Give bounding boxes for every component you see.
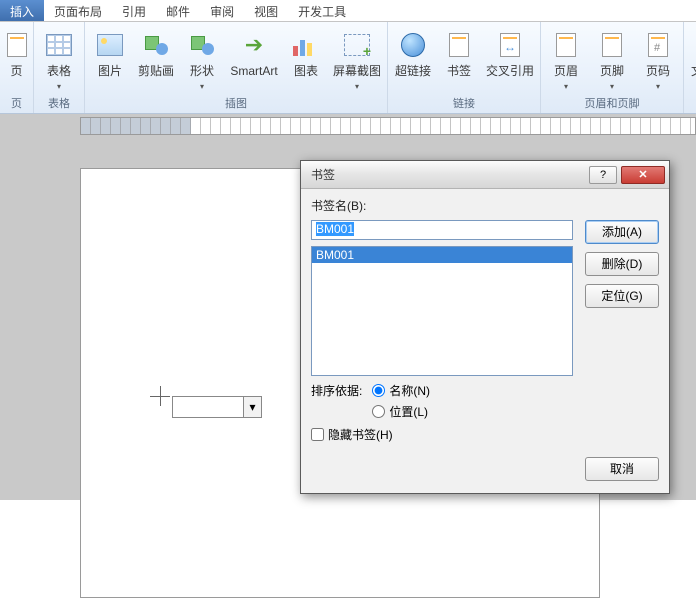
delete-button[interactable]: 删除(D) [585, 252, 659, 276]
group-illustrations-label: 插图 [225, 97, 247, 113]
header-label: 页眉 [554, 65, 578, 78]
bookmark-label: 书签 [447, 65, 471, 78]
sort-location-radio[interactable]: 位置(L) [372, 403, 430, 420]
close-button[interactable]: ✕ [621, 166, 665, 184]
sort-name-radio[interactable]: 名称(N) [372, 382, 430, 399]
pages-label: 页 [10, 65, 22, 78]
pagenumber-label: 页码 [646, 65, 670, 78]
chart-icon [290, 29, 322, 61]
crossref-label: 交叉引用 [486, 65, 534, 78]
tab-page-layout[interactable]: 页面布局 [44, 0, 112, 21]
chart-label: 图表 [294, 65, 318, 78]
add-button[interactable]: 添加(A) [585, 220, 659, 244]
sort-by-label: 排序依据: [311, 382, 362, 399]
screenshot-icon [341, 29, 373, 61]
chevron-down-icon: ▾ [656, 82, 660, 91]
tab-insert[interactable]: 插入 [0, 0, 44, 21]
chevron-down-icon: ▾ [200, 82, 204, 91]
clipart-icon [140, 29, 172, 61]
chevron-down-icon: ▾ [564, 82, 568, 91]
list-item[interactable]: BM001 [312, 247, 572, 263]
pagenumber-button[interactable]: 页码 ▾ [635, 24, 681, 92]
crossref-button[interactable]: 交叉引用 [482, 24, 538, 79]
hidden-bookmarks-checkbox[interactable]: 隐藏书签(H) [311, 426, 659, 443]
picture-label: 图片 [98, 65, 122, 78]
bookmark-listbox[interactable]: BM001 [311, 246, 573, 376]
group-links: 超链接 书签 交叉引用 链接 [388, 22, 541, 113]
group-pages-label: 页 [11, 97, 22, 113]
group-headerfooter-label: 页眉和页脚 [585, 97, 640, 113]
screenshot-button[interactable]: 屏幕截图 ▾ [329, 24, 385, 92]
cancel-button[interactable]: 取消 [585, 457, 659, 481]
picture-icon [94, 29, 126, 61]
group-tables: 表格 ▾ 表格 [34, 22, 85, 113]
goto-button[interactable]: 定位(G) [585, 284, 659, 308]
footer-label: 页脚 [600, 65, 624, 78]
chevron-down-icon: ▾ [610, 82, 614, 91]
header-icon [550, 29, 582, 61]
header-button[interactable]: 页眉 ▾ [543, 24, 589, 92]
shapes-label: 形状 [190, 65, 214, 78]
tab-developer[interactable]: 开发工具 [288, 0, 356, 21]
help-button[interactable]: ? [589, 166, 617, 184]
page-icon [1, 29, 33, 61]
ruler-area [0, 114, 696, 138]
group-links-label: 链接 [453, 97, 475, 113]
tab-view[interactable]: 视图 [244, 0, 288, 21]
shapes-icon [186, 29, 218, 61]
hyperlink-button[interactable]: 超链接 [390, 24, 436, 79]
hyperlink-label: 超链接 [395, 65, 431, 78]
group-pages: 页 页 [0, 22, 34, 113]
dialog-titlebar[interactable]: 书签 ? ✕ [301, 161, 669, 189]
smartart-icon: ➔ [238, 29, 270, 61]
bookmark-button[interactable]: 书签 [436, 24, 482, 79]
screenshot-label: 屏幕截图 [333, 65, 381, 78]
chevron-down-icon: ▾ [57, 82, 61, 91]
ribbon-tabs: 插入 页面布局 引用 邮件 审阅 视图 开发工具 [0, 0, 696, 22]
smartart-label: SmartArt [230, 65, 277, 78]
chevron-down-icon[interactable]: ▾ [243, 397, 261, 417]
table-button[interactable]: 表格 ▾ [36, 24, 82, 92]
table-icon [43, 29, 75, 61]
bookmark-name-input[interactable]: BM001 [311, 220, 573, 240]
group-illustrations: 图片 剪贴画 形状 ▾ ➔ SmartArt 图表 屏幕截图 [85, 22, 388, 113]
group-headerfooter: 页眉 ▾ 页脚 ▾ 页码 ▾ 页眉和页脚 [541, 22, 684, 113]
footer-icon [596, 29, 628, 61]
textbox-button[interactable]: A 文本框 ▾ [686, 24, 696, 92]
pages-button[interactable]: 页 [2, 24, 32, 79]
inline-combobox[interactable]: ▾ [172, 396, 262, 418]
picture-button[interactable]: 图片 [87, 24, 133, 79]
tab-references[interactable]: 引用 [112, 0, 156, 21]
chevron-down-icon: ▾ [355, 82, 359, 91]
shapes-button[interactable]: 形状 ▾ [179, 24, 225, 92]
textbox-label: 文本框 [691, 65, 696, 78]
bookmark-dialog: 书签 ? ✕ 书签名(B): BM001 添加(A) 删除(D) 定位(G) B… [300, 160, 670, 494]
crossref-icon [494, 29, 526, 61]
cursor-location-mark [150, 386, 170, 406]
clipart-button[interactable]: 剪贴画 [133, 24, 179, 79]
tab-review[interactable]: 审阅 [200, 0, 244, 21]
smartart-button[interactable]: ➔ SmartArt [225, 24, 283, 79]
table-label: 表格 [47, 65, 71, 78]
ribbon: 页 页 表格 ▾ 表格 图片 剪贴画 形状 [0, 22, 696, 114]
bookmark-icon [443, 29, 475, 61]
bookmark-name-label: 书签名(B): [311, 197, 659, 214]
chart-button[interactable]: 图表 [283, 24, 329, 79]
ruler-gutter [0, 114, 80, 138]
clipart-label: 剪贴画 [138, 65, 174, 78]
group-tables-label: 表格 [48, 97, 70, 113]
dialog-title: 书签 [311, 166, 335, 183]
horizontal-ruler[interactable] [80, 117, 696, 135]
footer-button[interactable]: 页脚 ▾ [589, 24, 635, 92]
group-text: A 文本框 ▾ 文档 [684, 22, 696, 113]
tab-mailings[interactable]: 邮件 [156, 0, 200, 21]
pagenumber-icon [642, 29, 674, 61]
globe-icon [397, 29, 429, 61]
